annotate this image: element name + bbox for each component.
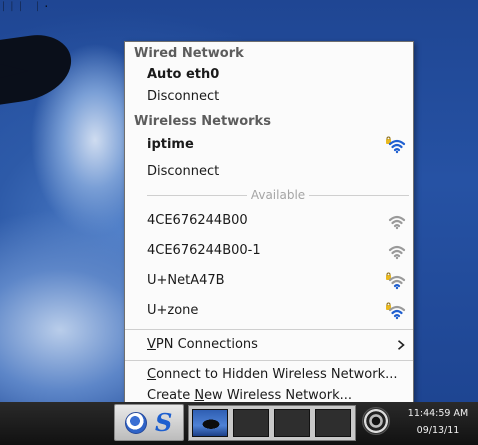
chevron-right-icon: [397, 340, 405, 350]
wifi-signal-icon: [388, 215, 406, 230]
network-ssid-label: 4CE676244B00-1: [147, 243, 261, 258]
wireless-connection-label: iptime: [147, 137, 194, 152]
wallpaper-penguin-beak: [0, 64, 28, 78]
network-item-u-zone[interactable]: U+zone: [125, 298, 413, 324]
wired-disconnect-item[interactable]: Disconnect: [125, 84, 413, 110]
workspace-4[interactable]: [315, 409, 351, 437]
clock-date: 09/13/11: [416, 425, 460, 436]
create-new-prefix: Create: [147, 388, 195, 403]
workspace-3[interactable]: [274, 409, 310, 437]
wifi-lock-signal-icon: [386, 272, 406, 290]
network-manager-menu: Wired Network Auto eth0 Disconnect Wirel…: [124, 41, 414, 408]
network-item-u-neta47b[interactable]: U+NetA47B: [125, 268, 413, 294]
available-line-left: [147, 194, 247, 196]
desktop-top-marks: ᛁᛁᛁ ᛁ·: [0, 0, 52, 13]
network-item-4ce676244b00[interactable]: 4CE676244B00: [125, 208, 413, 234]
wifi-lock-signal-icon: [386, 302, 406, 320]
wifi-lock-signal-icon: [386, 136, 406, 154]
wireless-disconnect-label: Disconnect: [147, 164, 220, 179]
vpn-connections-label: VPN Connections: [147, 332, 258, 358]
connect-hidden-mnemonic: C: [147, 367, 157, 382]
wireless-disconnect-item[interactable]: Disconnect: [125, 159, 413, 185]
available-line-right: [309, 194, 410, 196]
vpn-mnemonic: V: [147, 337, 156, 352]
network-ssid-label: U+NetA47B: [147, 273, 225, 288]
clock-time: 11:44:59 AM: [407, 408, 469, 419]
network-item-4ce676244b00-1[interactable]: 4CE676244B00-1: [125, 238, 413, 264]
network-tray-icon[interactable]: [125, 412, 147, 434]
available-label: Available: [250, 188, 306, 202]
network-ssid-label: U+zone: [147, 303, 199, 318]
network-ssid-label: 4CE676244B00: [147, 213, 248, 228]
workspace-1[interactable]: [192, 409, 228, 437]
wired-network-heading: Wired Network: [134, 46, 244, 61]
wireless-connection-iptime[interactable]: iptime: [125, 132, 413, 158]
tray-launcher-group: S: [114, 404, 184, 441]
wired-disconnect-label: Disconnect: [147, 89, 220, 104]
vpn-connections-submenu[interactable]: VPN Connections: [125, 332, 413, 358]
workspace-2[interactable]: [233, 409, 269, 437]
volume-speaker-icon[interactable]: [362, 407, 390, 435]
menu-divider: [125, 329, 413, 330]
connect-hidden-label-rest: onnect to Hidden Wireless Network...: [156, 367, 398, 382]
vpn-label-rest: PN Connections: [155, 337, 258, 352]
wireless-networks-heading: Wireless Networks: [134, 114, 271, 129]
workspace-pager: [188, 405, 356, 441]
available-separator: Available: [147, 187, 410, 203]
wifi-signal-icon: [388, 245, 406, 260]
menu-divider: [125, 360, 413, 361]
app-launcher-icon[interactable]: S: [155, 408, 179, 438]
taskbar: S 11:44:59 AM 09/13/11: [0, 402, 478, 445]
create-new-label-rest: ew Wireless Network...: [204, 388, 353, 403]
create-new-mnemonic: N: [194, 388, 205, 403]
taskbar-clock[interactable]: 11:44:59 AM 09/13/11: [400, 406, 476, 440]
